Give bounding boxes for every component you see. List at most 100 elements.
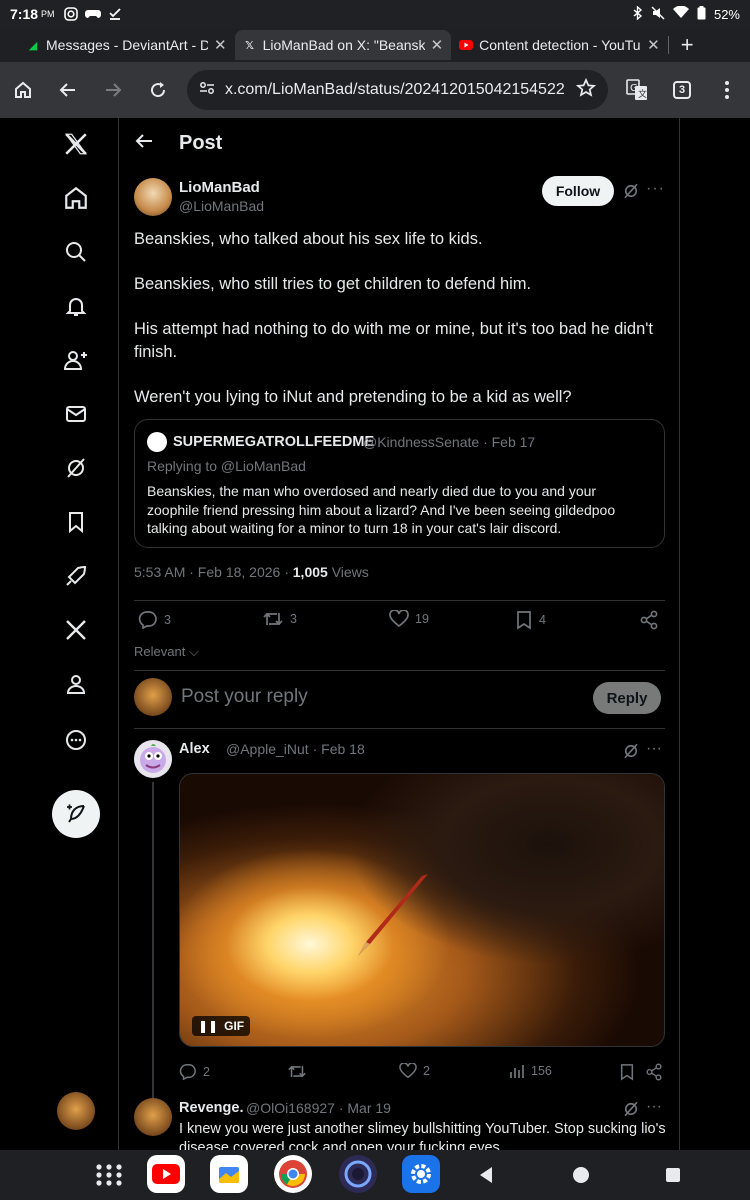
nav-profile-icon[interactable] [52,660,100,708]
more-options-icon[interactable]: ··· [646,740,662,758]
deviantart-favicon-icon: ◢ [28,39,38,52]
divider [134,600,665,601]
reply-count: 2 [203,1064,210,1079]
nav-notifications-bell-icon[interactable] [52,282,100,330]
grok-icon[interactable] [622,182,640,200]
author-handle[interactable]: @LioManBad [179,198,264,214]
reply-bubble-icon [179,1064,196,1080]
settings-app-icon[interactable] [402,1155,440,1193]
back-arrow-icon[interactable] [135,133,153,154]
svg-text:文: 文 [638,88,647,100]
nav-home-circle-icon[interactable] [572,1166,590,1189]
nav-messages-mail-icon[interactable] [52,390,100,438]
address-bar[interactable]: x.com/LioManBad/status/20241201504215452… [186,70,609,110]
x-logo-icon[interactable] [52,120,100,168]
quoted-post-text: Beanskies, the man who overdosed and nea… [147,483,616,536]
close-tab-icon[interactable]: ✕ [431,36,444,54]
views-action[interactable]: 156 [509,1063,552,1079]
nav-home-icon[interactable] [52,174,100,222]
like-action[interactable]: 19 [389,610,429,628]
chrome-app-icon[interactable] [274,1155,312,1193]
grok-icon[interactable] [622,742,640,765]
nav-search-icon[interactable] [52,228,100,276]
repost-action[interactable]: 3 [262,610,297,628]
nav-premium-x-icon[interactable] [52,606,100,654]
wifi-icon [672,5,689,22]
reply-action[interactable]: 3 [138,610,171,629]
analytics-bars-icon [510,1065,524,1078]
close-tab-icon[interactable]: ✕ [647,36,660,54]
screen-recorder-app-icon[interactable] [339,1155,377,1193]
nav-follow-user-icon[interactable] [52,336,100,384]
nav-bookmarks-icon[interactable] [52,498,100,546]
translate-button[interactable]: G文 [614,67,659,113]
reply-action[interactable]: 2 [179,1063,210,1080]
x-favicon-icon: 𝕏 [245,39,255,52]
quoted-author-handle-date: @KindnessSenate · Feb 17 [363,434,536,450]
pause-icon[interactable]: ❚❚ [198,1019,218,1033]
new-tab-button[interactable]: + [681,32,694,58]
more-options-icon[interactable]: ··· [646,180,665,198]
reply-count: 3 [164,612,171,627]
follow-button[interactable]: Follow [542,176,614,206]
back-button[interactable] [45,67,90,113]
quoted-post[interactable]: SUPERMEGATROLLFEEDME @KindnessSenate · F… [134,419,665,548]
quoted-author-name: SUPERMEGATROLLFEEDME [173,434,375,450]
tab-deviantart[interactable]: ◢ Messages - DeviantArt - D ✕ [18,30,235,60]
heart-icon [389,610,409,628]
author-avatar[interactable] [134,178,172,216]
nav-back-icon[interactable] [478,1166,494,1189]
youtube-app-icon[interactable] [147,1155,185,1193]
photos-app-icon[interactable] [210,1155,248,1193]
share-action[interactable] [645,1063,663,1081]
home-button[interactable] [0,67,45,113]
nav-rocket-icon[interactable] [52,552,100,600]
tab-youtube[interactable]: Content detection - YouTub ✕ [451,30,668,60]
bookmark-action[interactable] [619,1063,635,1081]
like-count: 2 [423,1064,430,1078]
author-name[interactable]: LioManBad [179,179,260,196]
bookmark-star-icon[interactable] [576,77,597,103]
reply-input[interactable]: Post your reply [181,686,308,708]
nav-recents-icon[interactable] [665,1167,681,1188]
repost-count: 3 [290,612,297,626]
tab-switcher-button[interactable]: 3 [660,67,705,113]
close-tab-icon[interactable]: ✕ [214,36,227,54]
battery-percent: 52% [713,6,740,22]
more-options-icon[interactable]: ··· [646,1098,662,1116]
nav-more-circle-icon[interactable] [52,716,100,764]
tab-x-post[interactable]: 𝕏 LioManBad on X: "Beanskie ✕ [234,30,452,60]
thread-line [152,782,154,1112]
reply-button[interactable]: Reply [593,682,661,714]
reply-author-handle-date[interactable]: @OlOi168927 · Mar 19 [246,1100,391,1116]
reload-button[interactable] [136,67,181,113]
browser-tab-strip: ◢ Messages - DeviantArt - D ✕ 𝕏 LioManBa… [0,28,750,62]
app-drawer-icon[interactable] [95,1163,123,1192]
reply-author-handle-date[interactable]: @Apple_iNut · Feb 18 [226,741,365,757]
nav-grok-icon[interactable] [52,444,100,492]
browser-menu-button[interactable] [705,67,750,113]
sort-replies-dropdown[interactable]: Relevant ⌵ [134,644,199,660]
forward-button[interactable] [90,67,135,113]
account-avatar[interactable] [57,1092,95,1130]
share-icon [640,610,658,630]
reply-author-avatar[interactable] [134,740,172,778]
gif-media[interactable]: ❚❚ GIF [179,773,665,1047]
page-title: Post [179,131,223,154]
site-settings-icon[interactable] [199,81,215,100]
compose-post-button[interactable] [52,790,100,838]
reply-author-name[interactable]: Alex [179,741,210,757]
share-action[interactable] [639,610,659,630]
repost-action[interactable] [287,1063,313,1080]
post-timestamp[interactable]: 5:53 AM · Feb 18, 2026 · [134,564,293,580]
status-ampm: PM [41,9,55,19]
reply-author-name[interactable]: Revenge. [179,1100,243,1116]
game-controller-notification-icon [84,7,101,21]
gif-badge[interactable]: ❚❚ GIF [192,1016,251,1036]
bookmark-action[interactable]: 4 [515,610,546,630]
views-count: 1,005 [292,564,328,580]
youtube-favicon-icon [459,38,474,52]
reply-author-avatar[interactable] [134,1098,172,1136]
like-action[interactable]: 2 [399,1063,430,1079]
post-action-bar: 3 3 19 4 [134,610,665,634]
